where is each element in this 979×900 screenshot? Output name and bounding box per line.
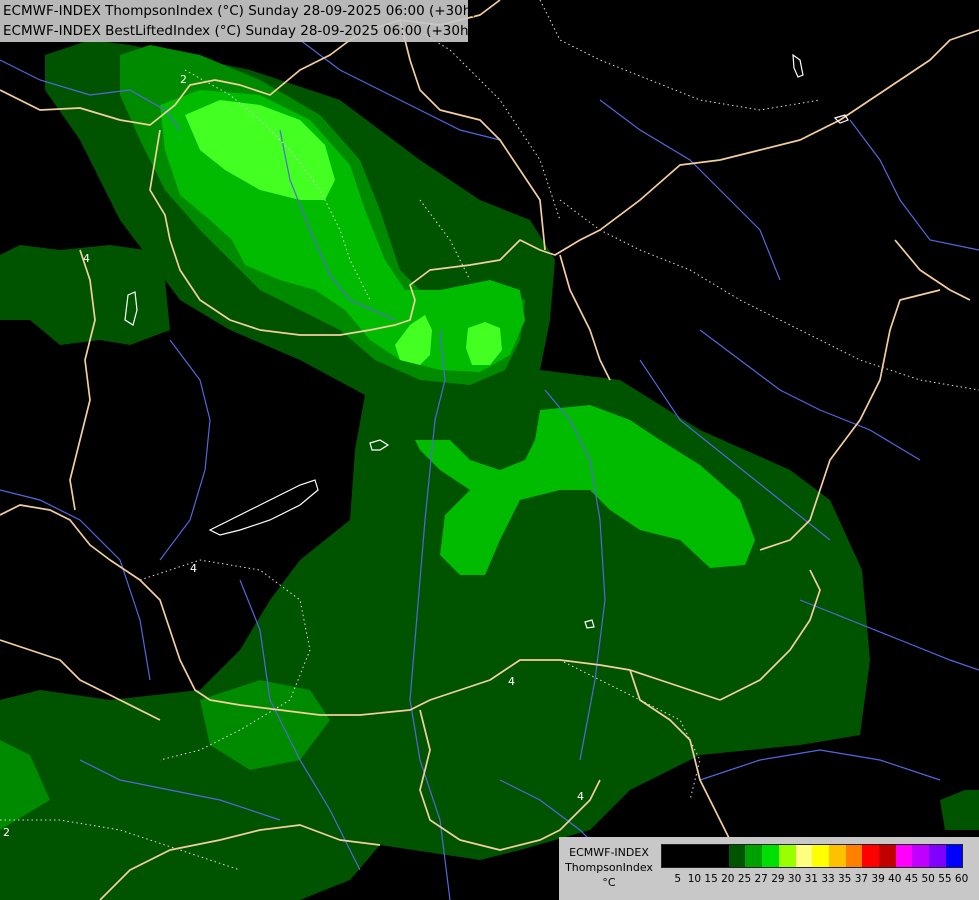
legend-unit: °C: [602, 876, 616, 889]
legend-swatch: [695, 845, 713, 867]
map-title-bestlifted: ECMWF-INDEX BestLiftedIndex (°C) Sunday …: [3, 23, 474, 39]
legend-swatch: [845, 845, 863, 867]
legend-swatches: [661, 844, 964, 868]
legend-tick-label: 10: [687, 873, 702, 885]
legend-tick-label: 60: [954, 873, 969, 885]
legend-swatch: [878, 845, 896, 867]
legend-swatch: [662, 845, 679, 867]
weather-map: 2 4 4 4 4 2: [0, 0, 979, 900]
contour-label: 2: [180, 73, 187, 86]
legend-source: ECMWF-INDEX: [569, 846, 649, 859]
legend-ticks: 5 10 15 20 25 27 29 30 31 33 35 37 39 40 45 50 55 60: [661, 873, 979, 887]
legend-swatch: [762, 845, 779, 867]
legend-tick-label: 33: [821, 873, 835, 885]
legend-tick-label: 55: [938, 873, 952, 885]
legend-tick-label: 20: [721, 873, 735, 885]
legend-tick-label: 31: [804, 873, 818, 885]
legend-tick-label: 15: [704, 873, 718, 885]
legend-swatch: [929, 845, 946, 867]
legend-tick-label: 39: [871, 873, 885, 885]
legend-swatch: [945, 845, 963, 867]
legend-swatch: [712, 845, 729, 867]
contour-label: 4: [83, 252, 90, 265]
legend-parameter: ThompsonIndex: [565, 861, 653, 874]
map-title-box: ECMWF-INDEX ThompsonIndex (°C) Sunday 28…: [0, 0, 477, 42]
legend-swatch: [795, 845, 813, 867]
legend-tick-label: 50: [921, 873, 935, 885]
legend-swatch: [895, 845, 913, 867]
legend-tick-label: 25: [737, 873, 752, 885]
legend-swatch: [728, 845, 746, 867]
legend-swatch: [678, 845, 696, 867]
legend-tick-label: 37: [854, 873, 869, 885]
contour-label: 4: [577, 790, 584, 803]
contour-label: 4: [508, 675, 515, 688]
legend-tick-label: 40: [888, 873, 902, 885]
color-legend: ECMWF-INDEX ThompsonIndex °C 5 10 15 20 25 27…: [559, 837, 979, 900]
contour-label: 4: [190, 562, 197, 575]
legend-tick-label: 30: [787, 873, 802, 885]
legend-label: ECMWF-INDEX ThompsonIndex °C: [559, 845, 659, 890]
contour-label: 2: [3, 826, 10, 839]
legend-swatch: [862, 845, 879, 867]
legend-swatch: [745, 845, 763, 867]
legend-tick-label: 27: [754, 873, 768, 885]
map-title-thompson: ECMWF-INDEX ThompsonIndex (°C) Sunday 28…: [3, 3, 477, 19]
legend-tick-label: 45: [904, 873, 919, 885]
legend-swatch: [812, 845, 829, 867]
legend-tick-label: 29: [771, 873, 785, 885]
legend-swatch: [912, 845, 929, 867]
legend-tick-label: 5: [674, 873, 682, 885]
legend-swatch: [778, 845, 796, 867]
legend-tick-label: 35: [838, 873, 852, 885]
legend-swatch: [828, 845, 846, 867]
